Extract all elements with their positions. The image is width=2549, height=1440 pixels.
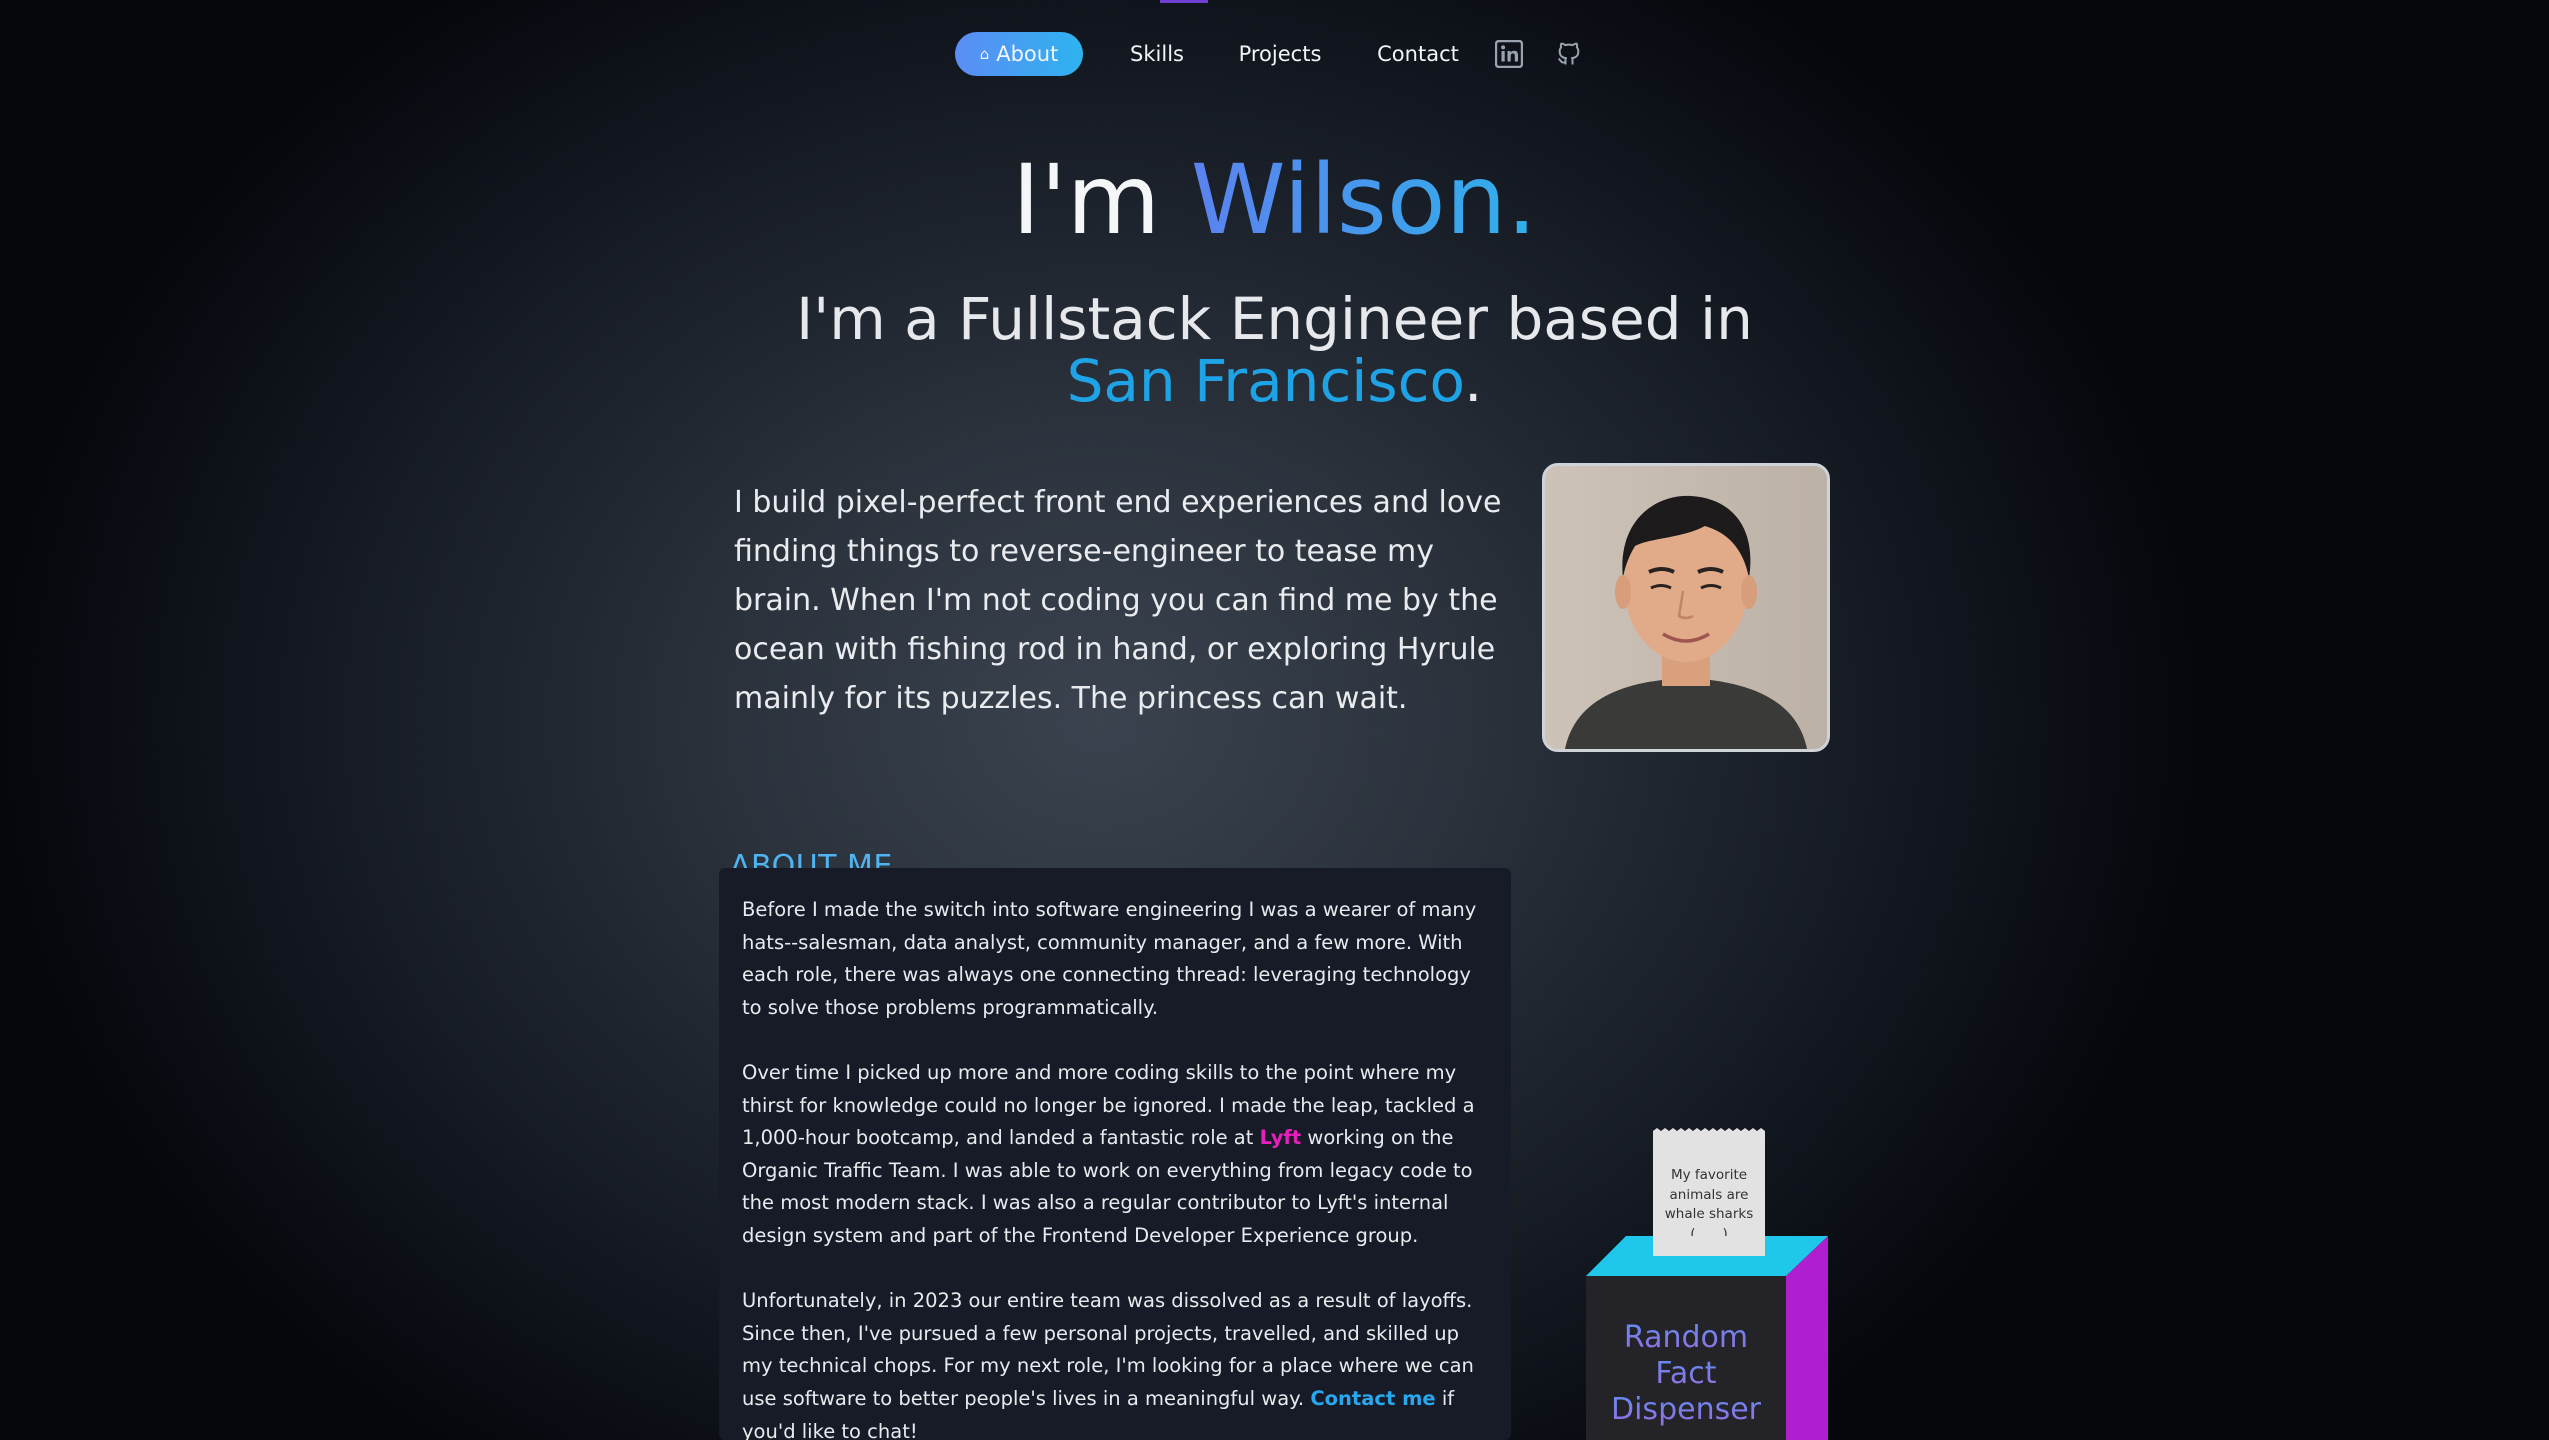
nav-about-label: About [996, 42, 1059, 66]
hero-subtitle: I'm a Fullstack Engineer based in San Fr… [0, 288, 2549, 412]
hero-title: I'm Wilson. [0, 140, 2549, 260]
nav-about-button[interactable]: ⌂ About [955, 32, 1083, 76]
hero-subtitle-line1: I'm a Fullstack Engineer based in [796, 285, 1753, 353]
nav-projects-button[interactable]: Projects [1225, 32, 1335, 76]
lyft-highlight: Lyft [1259, 1126, 1302, 1150]
about-card: Before I made the switch into software e… [719, 868, 1511, 1440]
top-accent-bar [1160, 0, 1208, 3]
dispenser-label-line-1: Random [1586, 1320, 1786, 1356]
receipt-line-2: animals are [1669, 1186, 1749, 1203]
profile-photo [1542, 463, 1830, 752]
dispenser-box-side [1786, 1236, 1828, 1440]
dispenser-box-front[interactable]: Random Fact Dispenser [1586, 1276, 1786, 1440]
hero-city-suffix: . [1463, 347, 1483, 415]
github-icon[interactable] [1547, 32, 1591, 76]
dispenser-label-line-2: Fact [1586, 1356, 1786, 1392]
about-paragraph-2: Over time I picked up more and more codi… [742, 1057, 1487, 1253]
dispenser-label-line-3: Dispenser [1586, 1392, 1786, 1428]
main-nav: ⌂ About Skills Projects Contact [955, 32, 1607, 76]
contact-me-link[interactable]: Contact me [1310, 1387, 1435, 1410]
about-paragraph-1: Before I made the switch into software e… [742, 898, 1477, 1019]
nav-projects-label: Projects [1238, 42, 1322, 66]
nav-skills-label: Skills [1130, 42, 1184, 66]
hero-greeting: I'm [1012, 144, 1191, 256]
random-fact-dispenser: My favorite animals are whale sharks (__… [1586, 1128, 1828, 1440]
home-icon: ⌂ [979, 45, 990, 63]
linkedin-icon[interactable] [1487, 32, 1531, 76]
about-paragraph-3: Unfortunately, in 2023 our entire team w… [742, 1285, 1487, 1440]
nav-contact-button[interactable]: Contact [1365, 32, 1471, 76]
nav-contact-label: Contact [1377, 42, 1459, 66]
receipt-line-1: My favorite [1670, 1167, 1748, 1183]
intro-text: I build pixel-perfect front end experien… [734, 485, 1502, 716]
hero-name: Wilson. [1190, 144, 1537, 256]
hero-city: San Francisco [1066, 347, 1464, 415]
receipt-line-3: whale sharks [1664, 1206, 1754, 1222]
nav-skills-button[interactable]: Skills [1107, 32, 1207, 76]
